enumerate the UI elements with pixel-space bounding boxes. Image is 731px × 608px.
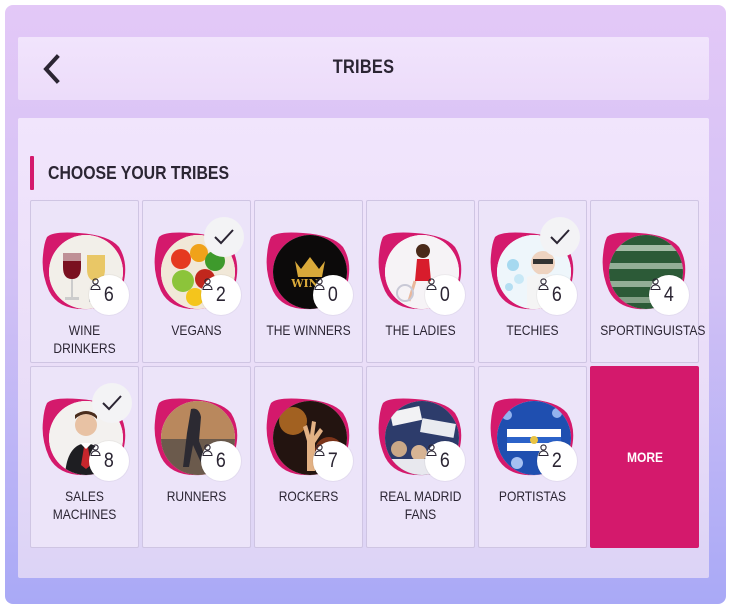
person-icon: [90, 444, 101, 456]
tribe-avatar-frame: 4: [599, 229, 689, 315]
tribe-avatar-frame: 6: [375, 395, 465, 481]
member-count: 6: [552, 283, 562, 306]
selected-check-badge: [204, 217, 244, 257]
person-icon: [538, 444, 549, 456]
checkmark-icon: [214, 229, 234, 245]
page-title: TRIBES: [332, 57, 395, 78]
back-button[interactable]: [36, 53, 66, 85]
member-count: 4: [664, 283, 674, 306]
tribe-label: VEGANS: [171, 322, 222, 338]
tribe-avatar-frame: WINN 0: [263, 229, 353, 315]
tribe-label: REAL MADRID FANS: [379, 488, 462, 522]
member-count-badge: 7: [313, 441, 353, 481]
person-icon: [314, 278, 325, 290]
tribe-card[interactable]: 6 WINE DRINKERS: [30, 200, 139, 363]
tribe-card[interactable]: 6 REAL MADRID FANS: [366, 366, 475, 548]
chevron-left-icon: [43, 54, 60, 84]
tribe-card[interactable]: 6 TECHIES: [478, 200, 587, 363]
tribe-label: SPORTINGUISTAS: [600, 322, 706, 338]
checkmark-icon: [550, 229, 570, 245]
checkmark-icon: [102, 395, 122, 411]
person-icon: [426, 278, 437, 290]
member-count: 6: [104, 283, 114, 306]
tribe-label: THE WINNERS: [266, 322, 351, 338]
tribe-card[interactable]: 2 VEGANS: [142, 200, 251, 363]
member-count-badge: 6: [201, 441, 241, 481]
header-bar: TRIBES: [18, 37, 709, 100]
member-count: 2: [552, 449, 562, 472]
member-count-badge: 0: [425, 275, 465, 315]
tribe-card[interactable]: 8 SALES MACHINES: [30, 366, 139, 548]
section-heading: CHOOSE YOUR TRIBES: [30, 156, 254, 190]
member-count-badge: 6: [89, 275, 129, 315]
tribe-label: ROCKERS: [278, 488, 339, 504]
tribe-avatar-frame: 7: [263, 395, 353, 481]
more-button[interactable]: MORE: [590, 366, 699, 548]
tribe-avatar-frame: 2: [487, 395, 577, 481]
person-icon: [426, 444, 437, 456]
member-count-badge: 6: [537, 275, 577, 315]
more-label: MORE: [626, 449, 663, 465]
member-count: 0: [328, 283, 338, 306]
member-count: 6: [440, 449, 450, 472]
member-count-badge: 2: [537, 441, 577, 481]
tribe-card[interactable]: 2 PORTISTAS: [478, 366, 587, 548]
section-title: CHOOSE YOUR TRIBES: [48, 162, 230, 183]
person-icon: [314, 444, 325, 456]
tribe-label: RUNNERS: [166, 488, 227, 504]
tribe-avatar-frame: 0: [375, 229, 465, 315]
person-icon: [90, 278, 101, 290]
member-count: 6: [216, 449, 226, 472]
person-icon: [650, 278, 661, 290]
selected-check-badge: [540, 217, 580, 257]
tribe-label: WINE DRINKERS: [53, 322, 116, 356]
tribe-label: TECHIES: [506, 322, 559, 338]
app-frame: TRIBES CHOOSE YOUR TRIBES 6 WINE DRINKER…: [5, 5, 726, 604]
member-count: 2: [216, 283, 226, 306]
tribe-card[interactable]: WINN 0 THE WINNERS: [254, 200, 363, 363]
tribe-avatar-frame: 6: [151, 395, 241, 481]
person-icon: [538, 278, 549, 290]
section-accent-bar: [30, 156, 34, 190]
person-icon: [202, 278, 213, 290]
selected-check-badge: [92, 383, 132, 423]
member-count: 7: [328, 449, 338, 472]
tribe-card[interactable]: 0 THE LADIES: [366, 200, 475, 363]
member-count-badge: 4: [649, 275, 689, 315]
person-icon: [202, 444, 213, 456]
member-count-badge: 8: [89, 441, 129, 481]
member-count-badge: 0: [313, 275, 353, 315]
tribe-card[interactable]: 4 SPORTINGUISTAS: [590, 200, 706, 363]
member-count-badge: 2: [201, 275, 241, 315]
member-count: 0: [440, 283, 450, 306]
tribe-card[interactable]: 6 RUNNERS: [142, 366, 251, 548]
member-count: 8: [104, 449, 114, 472]
tribe-label: THE LADIES: [385, 322, 456, 338]
member-count-badge: 6: [425, 441, 465, 481]
tribe-label: SALES MACHINES: [52, 488, 117, 522]
tribes-panel: CHOOSE YOUR TRIBES 6 WINE DRINKERS 2 VEG…: [18, 118, 709, 578]
tribe-card[interactable]: 7 ROCKERS: [254, 366, 363, 548]
tribe-avatar-frame: 6: [39, 229, 129, 315]
tribe-label: PORTISTAS: [498, 488, 567, 504]
